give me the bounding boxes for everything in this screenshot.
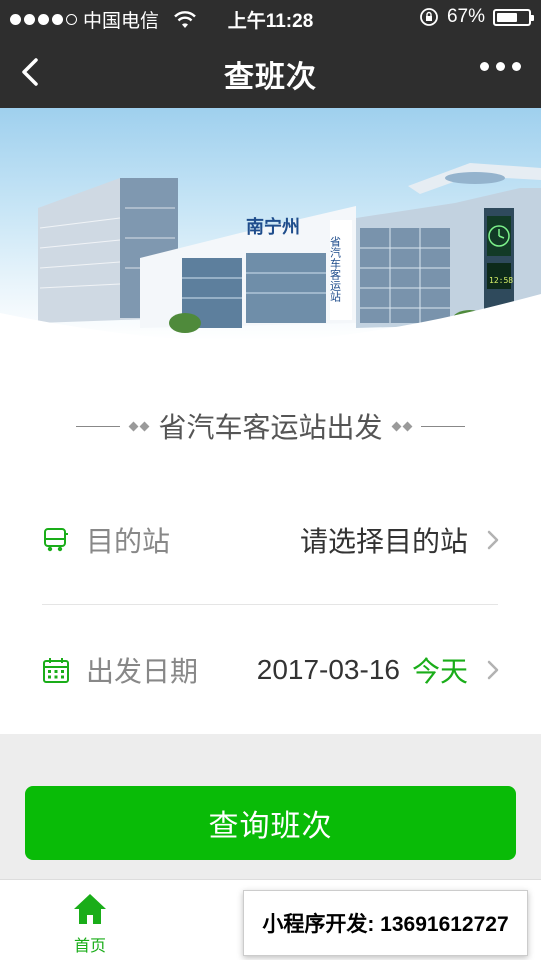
chevron-right-icon <box>487 530 499 550</box>
query-schedule-button[interactable]: 查询班次 <box>25 786 516 860</box>
decor-line-left <box>76 425 121 427</box>
tab-home-label: 首页 <box>73 938 106 955</box>
station-banner: 南宁州 省汽车客运站 12:58 <box>0 108 541 340</box>
departure-station-title: 省汽车客运站出发 <box>158 412 383 443</box>
search-card: 省汽车客运站出发 目的站 请选择目的站 出发日期 2017-03-16 今天 <box>0 340 541 734</box>
home-icon <box>74 894 106 924</box>
clock-digital-text: 12:58 <box>489 276 513 285</box>
destination-row[interactable]: 目的站 请选择目的站 <box>42 510 500 570</box>
destination-label: 目的站 <box>86 526 171 557</box>
more-dots-icon[interactable] <box>480 62 521 71</box>
today-badge: 今天 <box>411 656 468 687</box>
row-divider <box>42 604 498 605</box>
diamond-icon <box>140 421 150 431</box>
rotation-lock-icon <box>420 8 438 26</box>
battery-percent: 67% <box>446 6 485 27</box>
bus-icon <box>44 528 68 552</box>
dot <box>480 62 489 71</box>
decor-diamonds-right <box>391 421 412 431</box>
departure-header: 省汽车客运站出发 <box>0 406 541 446</box>
nav-bar: 查班次 <box>0 36 541 108</box>
date-row[interactable]: 出发日期 2017-03-16 今天 <box>42 640 500 700</box>
date-label: 出发日期 <box>86 656 199 687</box>
chevron-right-icon <box>487 660 499 680</box>
battery-level <box>497 12 517 22</box>
diamond-icon <box>402 421 412 431</box>
station-illustration: 南宁州 省汽车客运站 12:58 <box>0 163 541 340</box>
destination-select[interactable]: 请选择目的站 <box>300 520 468 560</box>
date-value[interactable]: 2017-03-16 <box>257 654 400 686</box>
status-right: 67% <box>419 6 534 28</box>
sign-vertical-text: 省汽车客运站 <box>329 236 342 303</box>
battery-icon <box>493 8 534 26</box>
dot <box>496 62 505 71</box>
diamond-icon <box>129 421 139 431</box>
developer-contact-label: 小程序开发: 13691612727 <box>243 890 528 956</box>
page-title: 查班次 <box>224 61 317 94</box>
sign-main-text: 南宁州 <box>246 216 300 238</box>
diamond-icon <box>391 421 401 431</box>
tab-home[interactable]: 首页 <box>50 892 130 958</box>
status-bar: 中国电信 上午11:28 67% <box>0 0 541 36</box>
calendar-icon <box>43 658 69 683</box>
decor-diamonds-left <box>129 421 150 431</box>
dot <box>512 62 521 71</box>
decor-line-right <box>420 425 465 427</box>
